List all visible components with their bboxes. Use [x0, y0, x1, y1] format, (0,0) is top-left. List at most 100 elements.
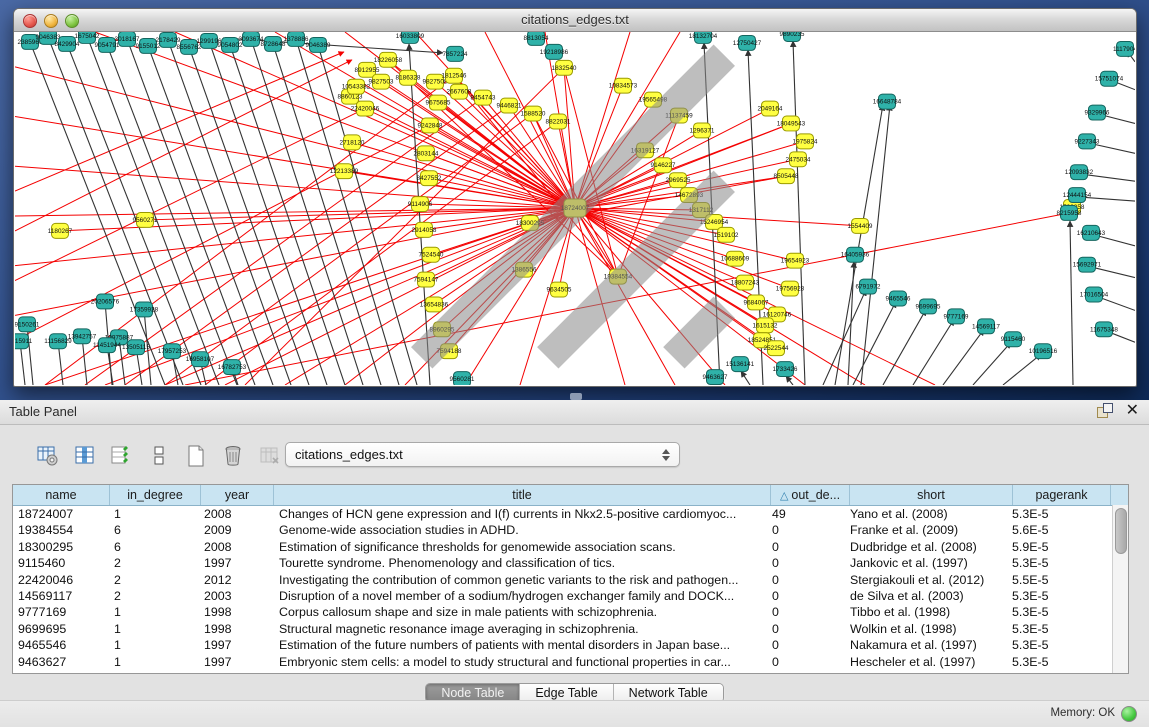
cell: Yano et al. (2008) [845, 506, 1007, 522]
cell: 0 [767, 604, 845, 620]
cell: 9115460 [13, 555, 109, 571]
cell: 5.3E-5 [1007, 637, 1104, 653]
column-header-name[interactable]: name [13, 485, 110, 505]
cell: 6 [109, 539, 199, 555]
cell: Disruption of a novel member of a sodium… [271, 588, 767, 604]
cell: 9699695 [13, 621, 109, 637]
table-row[interactable]: 969969511998Structural magnetic resonanc… [13, 621, 1128, 637]
cell: 2 [109, 572, 199, 588]
cell: Hescheler et al. (1997) [845, 654, 1007, 670]
cell: Tourette syndrome. Phenomenology and cla… [271, 555, 767, 571]
scrollbar-thumb[interactable] [1115, 508, 1127, 554]
cell: 14569117 [13, 588, 109, 604]
cell: 1 [109, 621, 199, 637]
delete-table-button[interactable] [258, 444, 282, 468]
row-height-button[interactable] [147, 444, 171, 468]
cell: 1997 [199, 654, 271, 670]
column-header-short[interactable]: short [850, 485, 1013, 505]
cell: 0 [767, 572, 845, 588]
application-desktop: citations_edges.txt 18724007886012389129… [0, 0, 1149, 400]
column-header-title[interactable]: title [274, 485, 771, 505]
cell: 0 [767, 539, 845, 555]
memory-ok-indicator-icon [1121, 706, 1137, 722]
cell: 5.9E-5 [1007, 539, 1104, 555]
cell: 5.3E-5 [1007, 506, 1104, 522]
new-column-button[interactable] [184, 444, 208, 468]
table-selector-dropdown[interactable]: citations_edges.txt [285, 442, 680, 467]
column-header-in_degree[interactable]: in_degree [110, 485, 201, 505]
column-header-out_de[interactable]: △out_de... [771, 485, 850, 505]
cell: 19384554 [13, 522, 109, 538]
network-window-title: citations_edges.txt [14, 12, 1136, 27]
resize-grip-icon[interactable] [15, 32, 1133, 383]
network-window-titlebar[interactable]: citations_edges.txt [14, 9, 1136, 32]
cell: 1997 [199, 555, 271, 571]
cell: Corpus callosum shape and size in male p… [271, 604, 767, 620]
network-canvas[interactable]: 1872400788601238912955182260589827503105… [15, 32, 1135, 385]
table-panel-header: Table Panel ✕ [0, 400, 1149, 425]
table-mode-button[interactable] [36, 444, 60, 468]
cell: 9777169 [13, 604, 109, 620]
table-selector-value: citations_edges.txt [286, 447, 657, 462]
table-row[interactable]: 946362711997Embryonic stem cells: a mode… [13, 654, 1128, 670]
table-header-row: namein_degreeyeartitle△out_de...shortpag… [13, 485, 1128, 506]
cell: 49 [767, 506, 845, 522]
cell: 9463627 [13, 654, 109, 670]
delete-column-button[interactable] [221, 444, 245, 468]
node-table: namein_degreeyeartitle△out_de...shortpag… [12, 484, 1129, 674]
table-body[interactable]: 1872400712008Changes of HCN gene express… [13, 506, 1128, 673]
cell: 2003 [199, 588, 271, 604]
close-panel-icon[interactable]: ✕ [1126, 403, 1139, 418]
table-row[interactable]: 911546021997Tourette syndrome. Phenomeno… [13, 555, 1128, 571]
cell: 2 [109, 555, 199, 571]
cell: Nakamura et al. (1997) [845, 637, 1007, 653]
select-rows-button[interactable] [110, 444, 134, 468]
cell: Wolkin et al. (1998) [845, 621, 1007, 637]
vertical-scrollbar[interactable] [1112, 505, 1128, 673]
cell: Genome-wide association studies in ADHD. [271, 522, 767, 538]
float-window-icon[interactable] [1097, 403, 1112, 418]
table-row[interactable]: 1830029562008Estimation of significance … [13, 539, 1128, 555]
cell: 0 [767, 522, 845, 538]
cell: 0 [767, 555, 845, 571]
table-row[interactable]: 1938455462009Genome-wide association stu… [13, 522, 1128, 538]
cell: 2 [109, 588, 199, 604]
cell: 9465546 [13, 637, 109, 653]
cell: 22420046 [13, 572, 109, 588]
table-row[interactable]: 1872400712008Changes of HCN gene express… [13, 506, 1128, 522]
dropdown-stepper-icon [657, 449, 675, 461]
split-pane-handle[interactable] [570, 393, 582, 400]
cell: Embryonic stem cells: a model to study s… [271, 654, 767, 670]
table-row[interactable]: 946554611997Estimation of the future num… [13, 637, 1128, 653]
network-view-window[interactable]: citations_edges.txt 18724007886012389129… [13, 8, 1137, 387]
cell: 1998 [199, 604, 271, 620]
cell: Investigating the contribution of common… [271, 572, 767, 588]
cell: Dudbridge et al. (2008) [845, 539, 1007, 555]
cell: 2012 [199, 572, 271, 588]
cell: 5.3E-5 [1007, 588, 1104, 604]
cell: 2008 [199, 506, 271, 522]
column-header-year[interactable]: year [201, 485, 274, 505]
table-panel: Table Panel ✕ f(x) citations_edges.txt n… [0, 400, 1149, 727]
cell: Stergiakouli et al. (2012) [845, 572, 1007, 588]
cell: 5.6E-5 [1007, 522, 1104, 538]
cell: 5.3E-5 [1007, 654, 1104, 670]
cell: 5.5E-5 [1007, 572, 1104, 588]
cell: 1998 [199, 621, 271, 637]
cell: 2008 [199, 539, 271, 555]
cell: 18724007 [13, 506, 109, 522]
show-columns-button[interactable] [73, 444, 97, 468]
cell: 1 [109, 604, 199, 620]
cell: 1 [109, 637, 199, 653]
cell: 5.3E-5 [1007, 621, 1104, 637]
table-row[interactable]: 1456911722003Disruption of a novel membe… [13, 588, 1128, 604]
cell: 0 [767, 637, 845, 653]
cell: Jankovic et al. (1997) [845, 555, 1007, 571]
column-header-pagerank[interactable]: pagerank [1013, 485, 1111, 505]
table-row[interactable]: 2242004622012Investigating the contribut… [13, 572, 1128, 588]
cell: 18300295 [13, 539, 109, 555]
table-row[interactable]: 977716911998Corpus callosum shape and si… [13, 604, 1128, 620]
cell: Estimation of significance thresholds fo… [271, 539, 767, 555]
cell: Structural magnetic resonance image aver… [271, 621, 767, 637]
cell: Tibbo et al. (1998) [845, 604, 1007, 620]
